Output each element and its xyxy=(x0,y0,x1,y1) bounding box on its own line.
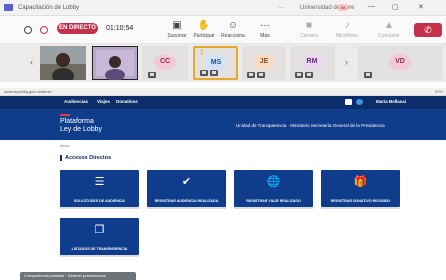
previous-participants-icon[interactable]: ‹ xyxy=(30,57,33,67)
gift-icon: 🎁 xyxy=(353,176,368,188)
nav-donativos[interactable]: Donativos xyxy=(116,99,138,104)
microphone-icon: ♪ xyxy=(344,20,350,31)
sharing-status-bar[interactable]: Compartiendo pantalla · Detener presenta… xyxy=(20,272,136,280)
share-screen-icon: ▲ xyxy=(384,20,394,31)
nav-viajes[interactable]: Viajes xyxy=(97,99,110,104)
window-titlebar: Capacitación de Lobby ··· Universidad de… xyxy=(0,0,446,16)
card-registrar-viaje[interactable]: 🌐 REGISTRAR VIAJE REALIZADO xyxy=(234,170,313,209)
camera-off-mini-icon xyxy=(200,70,208,76)
share-button[interactable]: ▲ Compartir xyxy=(372,20,406,39)
camera-off-mini-icon xyxy=(148,72,156,78)
breadcrumb[interactable]: Inicio xyxy=(60,143,69,148)
participant-avatar: MS xyxy=(205,55,227,71)
participant-avatar: CC xyxy=(154,54,176,70)
checkmark-icon: ✔ xyxy=(181,176,192,188)
participant-tile-je[interactable]: JE xyxy=(242,46,286,80)
camera-button[interactable]: ■ Cámara xyxy=(292,20,326,39)
zoom-level: 85% xyxy=(434,89,443,94)
phone-hangup-icon: ✆ xyxy=(424,25,432,35)
minimize-icon[interactable]: — xyxy=(368,3,375,10)
participant-strip: ‹ CC 1 MS JE RM › VD xyxy=(0,44,446,84)
mic-mini-icon xyxy=(257,72,265,78)
participant-avatar: JE xyxy=(253,54,275,70)
participant-video-tile[interactable] xyxy=(40,46,86,84)
participant-tile-vd[interactable]: VD xyxy=(358,46,442,80)
card-listados-transparencia[interactable]: ❐ LISTADOS DE TRANSPARENCIA xyxy=(60,218,139,257)
meeting-title: Capacitación de Lobby xyxy=(18,4,80,11)
raised-hand-icon: 1 xyxy=(200,50,204,56)
next-participants-icon[interactable]: › xyxy=(345,57,348,67)
participant-tile-rm[interactable]: RM xyxy=(290,46,335,80)
meeting-toolbar: EN DIRECTO 01:10:54 ▣ Susurrar ✋ Partici… xyxy=(0,16,446,44)
participant-avatar: VD xyxy=(389,54,411,70)
copy-icon: ❐ xyxy=(94,224,105,236)
microphone-button[interactable]: ♪ Micrófono xyxy=(330,20,364,39)
close-window-icon[interactable]: ✕ xyxy=(418,3,424,11)
brand-accent xyxy=(60,114,70,116)
meeting-timer: 01:10:54 xyxy=(106,25,134,32)
more-button[interactable]: ··· Más xyxy=(248,20,282,39)
teams-meeting-window: Capacitación de Lobby ··· Universidad de… xyxy=(0,0,446,280)
participant-avatar: RM xyxy=(301,54,323,70)
participant-video-image xyxy=(40,46,86,84)
nav-audiencias[interactable]: Audiencias xyxy=(64,99,88,104)
user-name[interactable]: María Bellasai xyxy=(376,99,406,104)
notifications-icon[interactable] xyxy=(356,99,363,105)
mic-mini-icon xyxy=(210,70,218,76)
url-text: www.leylobby.gob.cl/admin xyxy=(4,89,52,94)
site-tagline: Unidad de Transparencia · Ministerio Sec… xyxy=(236,123,385,128)
teams-app-icon xyxy=(4,4,13,11)
mail-icon[interactable] xyxy=(345,99,352,105)
site-navbar: Audiencias Viajes Donativos María Bellas… xyxy=(0,96,446,109)
camera-off-mini-icon xyxy=(295,72,303,78)
mic-mini-icon xyxy=(305,72,313,78)
live-badge: EN DIRECTO xyxy=(57,23,98,34)
camera-off-mini-icon xyxy=(247,72,255,78)
section-title: Accesos Directos xyxy=(60,155,111,161)
more-options-icon[interactable]: ··· xyxy=(278,5,284,11)
react-button[interactable]: ☺ Reacciona xyxy=(216,20,250,39)
restore-icon[interactable]: ▢ xyxy=(392,3,399,11)
card-solicitudes-audiencia[interactable]: ☰ SOLICITUDES DE AUDIENCIA xyxy=(60,170,139,209)
card-registrar-audiencia[interactable]: ✔ REGISTRAR AUDIENCIA REALIZADA xyxy=(147,170,226,209)
participant-tile-cc[interactable]: CC xyxy=(142,46,188,80)
participant-tile-ms[interactable]: 1 MS xyxy=(193,46,238,80)
camera-off-mini-icon xyxy=(364,72,372,78)
presenter-video-tile[interactable] xyxy=(91,45,139,81)
globe-icon: 🌐 xyxy=(266,176,281,188)
shared-browser-urlbar: www.leylobby.gob.cl/admin 85% xyxy=(0,88,446,96)
camera-off-icon: ■ xyxy=(305,20,313,31)
account-avatar[interactable]: AB xyxy=(338,4,348,11)
record-status-icon xyxy=(24,26,32,34)
site-brand[interactable]: Plataforma Ley de Lobby xyxy=(60,118,102,133)
presenter-video-image xyxy=(91,45,139,81)
card-registrar-donativo[interactable]: 🎁 REGISTRAR DONATIVO RECIBIDO xyxy=(321,170,400,209)
list-icon: ☰ xyxy=(94,176,105,188)
hang-up-button[interactable]: ✆ xyxy=(414,23,442,37)
site-hero: Plataforma Ley de Lobby Unidad de Transp… xyxy=(0,109,446,140)
reaction-icon: ☺ xyxy=(227,20,239,31)
recording-icon xyxy=(40,26,48,34)
more-icon: ··· xyxy=(260,20,270,31)
